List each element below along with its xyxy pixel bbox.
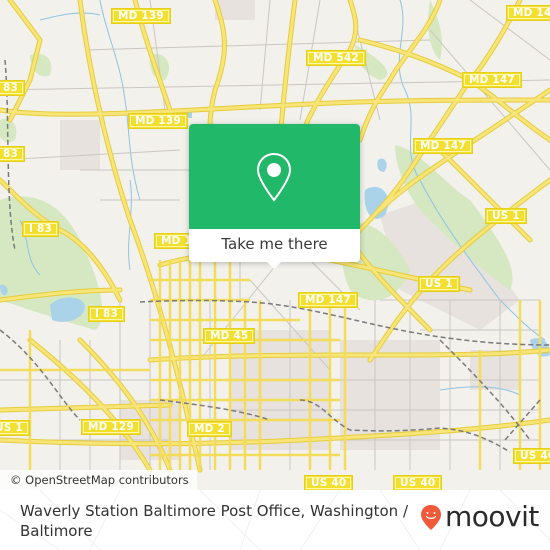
popup-pointer <box>265 260 283 269</box>
road-shield-md139: MD 139 <box>111 8 171 24</box>
map-view[interactable]: MD 139 MD 147 MD 542 MD 147 I 83 MD 139 … <box>0 0 550 490</box>
moovit-wordmark: moovit <box>445 500 539 533</box>
road-shield-i83: I 83 <box>0 80 25 96</box>
moovit-logo[interactable]: moovit <box>420 503 539 531</box>
road-shield-md139: MD 139 <box>128 113 188 129</box>
road-shield-md129: MD 129 <box>81 419 141 435</box>
take-me-there-button[interactable]: Take me there <box>189 229 360 262</box>
road-shield-md147: MD 147 <box>298 292 358 308</box>
road-shield-us40: US 40 <box>393 475 443 490</box>
road-shield-md2: MD 2 <box>187 421 232 437</box>
footer: Waverly Station Baltimore Post Office, W… <box>0 490 550 550</box>
road-shield-md147: MD 147 <box>506 5 550 21</box>
road-shield-md542: MD 542 <box>306 50 366 66</box>
moovit-pin-icon <box>421 504 441 530</box>
map-attribution[interactable]: © OpenStreetMap contributors <box>0 470 197 490</box>
road-shield-us1: US 1 <box>418 276 460 292</box>
road-shield-i83: I 83 <box>22 221 59 237</box>
road-shield-us1: US 1 <box>0 420 30 436</box>
road-shield-us40: US 40 <box>513 448 550 464</box>
location-title: Waverly Station Baltimore Post Office, W… <box>20 502 409 540</box>
road-shield-us1: US 1 <box>485 208 527 224</box>
road-shield-md45: MD 45 <box>203 328 256 344</box>
popup-header[interactable] <box>189 124 360 229</box>
take-me-there-popup[interactable]: Take me there <box>189 124 360 269</box>
road-shield-i83: I 83 <box>0 146 25 162</box>
map-pin-icon <box>256 152 292 202</box>
road-shield-i83: I 83 <box>88 306 125 322</box>
road-shield-md147: MD 147 <box>462 72 522 88</box>
road-shield-md147: MD 147 <box>413 138 473 154</box>
road-shield-us40: US 40 <box>304 475 354 490</box>
